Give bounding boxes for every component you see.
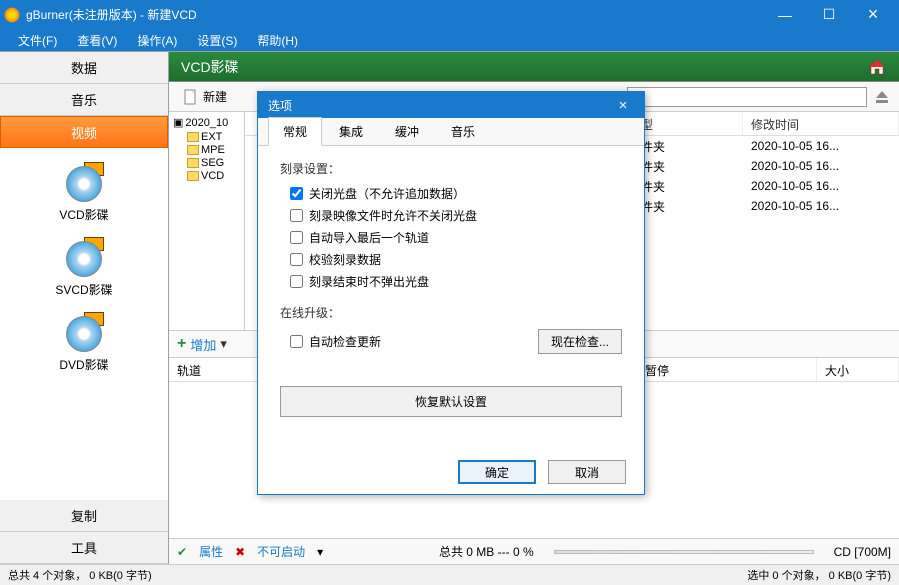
folder-icon [187,132,199,142]
options-dialog: 选项 × 常规 集成 缓冲 音乐 刻录设置： 关闭光盘（不允许追加数据） 刻录映… [257,91,645,495]
checkbox-input[interactable] [290,209,303,222]
tree-item[interactable]: EXT [173,131,240,143]
checkbox-verify[interactable]: 校验刻录数据 [290,251,622,268]
checkbox-no-eject[interactable]: 刻录结束时不弹出光盘 [290,273,622,290]
tree-item[interactable]: SEG [173,157,240,169]
tree-item[interactable]: VCD [173,170,240,182]
col-modified[interactable]: 修改时间 [743,112,899,135]
checkbox-input[interactable] [290,231,303,244]
menubar: 文件(F) 查看(V) 操作(A) 设置(S) 帮助(H) [0,29,899,51]
titlebar: gBurner(未注册版本) - 新建VCD — ☐ × [0,0,899,29]
tab-integration[interactable]: 集成 [324,117,378,145]
dialog-titlebar: 选项 × [258,92,644,118]
bootable-link[interactable]: 不可启动 [257,543,305,560]
menu-settings[interactable]: 设置(S) [187,30,247,51]
dialog-footer: 确定 取消 [258,450,644,494]
sidebar-item-label: DVD影碟 [0,356,168,373]
folder-icon [187,145,199,155]
ok-button[interactable]: 确定 [458,460,536,484]
restore-defaults-button[interactable]: 恢复默认设置 [280,386,622,417]
app-icon [4,7,20,23]
col-size[interactable]: 大小 [817,358,899,381]
plus-icon: + [177,335,186,353]
tab-general[interactable]: 常规 [268,117,322,146]
add-label: 增加 [190,335,216,354]
folder-icon [187,158,199,168]
section-title: VCD影碟 [181,57,239,77]
sidebar-copy[interactable]: 复制 [0,500,168,532]
checkbox-allow-image[interactable]: 刻录映像文件时允许不关闭光盘 [290,207,622,224]
sidebar-item-label: VCD影碟 [0,206,168,223]
update-legend: 在线升级： [280,304,622,321]
close-button[interactable]: × [851,0,895,29]
document-icon [183,89,199,105]
col-type[interactable]: 型 [633,112,743,135]
drive-dropdown[interactable] [627,87,867,107]
dialog-close-button[interactable]: × [612,97,634,114]
sidebar: 数据 音乐 视频 VCD影碟 SVCD影碟 DVD影碟 复制 工具 [0,52,169,564]
update-group: 在线升级： 自动检查更新 现在检查... [280,304,622,354]
burn-settings-group: 刻录设置： 关闭光盘（不允许追加数据） 刻录映像文件时允许不关闭光盘 自动导入最… [280,160,622,290]
folder-icon [187,171,199,181]
sidebar-data[interactable]: 数据 [0,52,168,84]
total-label: 总共 0 MB --- 0 % [439,543,534,560]
tree-item[interactable]: MPE [173,144,240,156]
section-header: VCD影碟 [169,52,899,82]
sidebar-item-vcd[interactable]: VCD影碟 [0,162,168,223]
properties-link[interactable]: 属性 [199,543,223,560]
tree-root[interactable]: ▣2020_10 [173,116,240,129]
sidebar-item-label: SVCD影碟 [0,281,168,298]
status-left: 总共 4 个对象， 0 KB(0 字节) [8,567,152,583]
capacity-slider[interactable] [554,550,814,554]
checkbox-auto-update[interactable] [290,335,303,348]
menu-file[interactable]: 文件(F) [8,30,67,51]
sidebar-item-dvd[interactable]: DVD影碟 [0,312,168,373]
auto-check-label: 自动检查更新 [309,333,381,350]
status-right: 选中 0 个对象， 0 KB(0 字节) [747,567,891,583]
tree-panel: ▣2020_10 EXT MPE SEG VCD [169,112,245,330]
eject-icon[interactable] [873,89,891,105]
checkbox-input[interactable] [290,275,303,288]
tab-music[interactable]: 音乐 [436,117,490,145]
sidebar-video[interactable]: 视频 [0,116,168,148]
burn-legend: 刻录设置： [280,160,622,177]
dialog-body: 刻录设置： 关闭光盘（不允许追加数据） 刻录映像文件时允许不关闭光盘 自动导入最… [258,146,644,450]
dialog-title: 选项 [268,97,292,114]
minimize-button[interactable]: — [763,0,807,29]
tab-cache[interactable]: 缓冲 [380,117,434,145]
sidebar-tools[interactable]: 工具 [0,532,168,564]
sidebar-item-svcd[interactable]: SVCD影碟 [0,237,168,298]
menu-view[interactable]: 查看(V) [67,30,127,51]
window-title: gBurner(未注册版本) - 新建VCD [26,6,763,23]
menu-action[interactable]: 操作(A) [127,30,187,51]
dialog-tabs: 常规 集成 缓冲 音乐 [258,118,644,146]
menu-help[interactable]: 帮助(H) [247,30,308,51]
statusbar: 总共 4 个对象， 0 KB(0 字节) 选中 0 个对象， 0 KB(0 字节… [0,564,899,585]
col-pause[interactable]: 暂停 [637,358,817,381]
checkbox-finalize[interactable]: 关闭光盘（不允许追加数据） [290,185,622,202]
checkbox-auto-import[interactable]: 自动导入最后一个轨道 [290,229,622,246]
sidebar-video-items: VCD影碟 SVCD影碟 DVD影碟 [0,148,168,500]
media-label[interactable]: CD [700M] [834,545,891,559]
checkbox-input[interactable] [290,253,303,266]
home-icon[interactable] [867,58,887,76]
sidebar-music[interactable]: 音乐 [0,84,168,116]
cancel-button[interactable]: 取消 [548,460,626,484]
new-button[interactable]: 新建 [177,86,233,107]
bottom-bar: ✔ 属性 ✖ 不可启动 ▾ 总共 0 MB --- 0 % CD [700M] [169,538,899,564]
checkbox-input[interactable] [290,187,303,200]
maximize-button[interactable]: ☐ [807,0,851,29]
check-now-button[interactable]: 现在检查... [538,329,622,354]
